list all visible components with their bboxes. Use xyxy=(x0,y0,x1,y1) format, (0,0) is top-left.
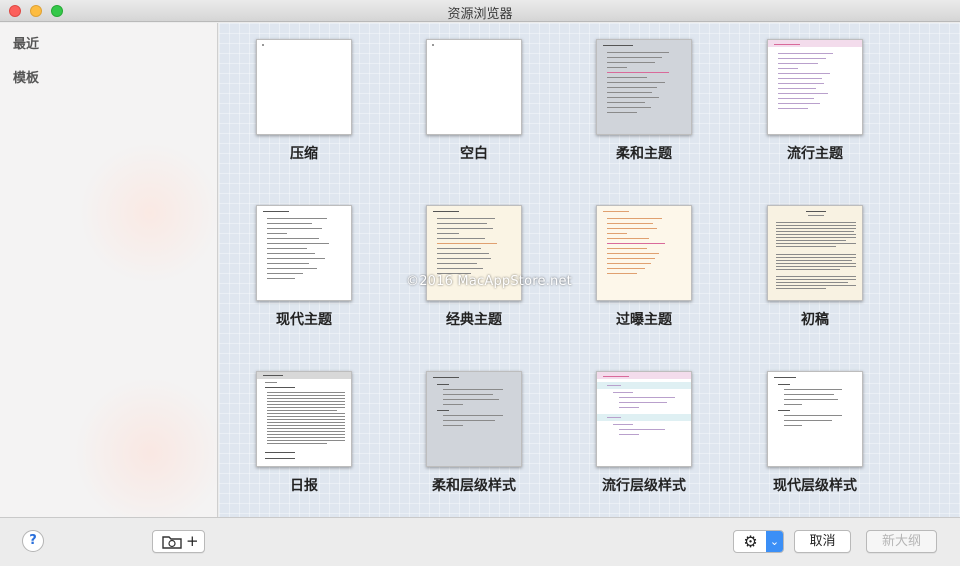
cancel-button[interactable]: 取消 xyxy=(794,530,851,553)
template-tile-overexposed-theme[interactable]: 过曝主题 xyxy=(559,205,729,355)
resource-browser-window: 资源浏览器 最近 模板 压缩 空白 柔和主题 流行主题 现代主题 经典主题 过曝… xyxy=(0,0,960,566)
template-thumbnail xyxy=(767,205,863,301)
template-tile-modern-hierarchy[interactable]: 现代层级样式 xyxy=(730,371,900,521)
sidebar-item-recent[interactable]: 最近 xyxy=(13,33,39,52)
template-thumbnail xyxy=(426,39,522,135)
template-tile-pop-hierarchy[interactable]: 流行层级样式 xyxy=(559,371,729,521)
template-gallery: 压缩 空白 柔和主题 流行主题 现代主题 经典主题 过曝主题 初稿 日报 柔和层… xyxy=(219,23,960,517)
action-menu-button[interactable]: ⚙ ⌄ xyxy=(733,530,784,553)
plus-icon: + xyxy=(186,532,199,550)
new-outline-button[interactable]: 新大纲 xyxy=(866,530,937,553)
bottom-toolbar: ? + ⚙ ⌄ 取消 新大纲 xyxy=(0,517,960,566)
template-label: 日报 xyxy=(290,478,318,494)
template-tile-blank[interactable]: 空白 xyxy=(389,39,559,189)
template-tile-pop-theme[interactable]: 流行主题 xyxy=(730,39,900,189)
folder-add-icon xyxy=(162,536,182,549)
template-label: 流行主题 xyxy=(787,146,843,162)
template-tile-draft[interactable]: 初稿 xyxy=(730,205,900,355)
help-button[interactable]: ? xyxy=(22,530,44,552)
template-label: 流行层级样式 xyxy=(602,478,686,494)
sidebar-item-templates[interactable]: 模板 xyxy=(13,67,39,86)
template-thumbnail xyxy=(767,371,863,467)
template-tile-modern-theme[interactable]: 现代主题 xyxy=(219,205,389,355)
template-thumbnail xyxy=(256,205,352,301)
template-tile-daily-report[interactable]: 日报 xyxy=(219,371,389,521)
template-thumbnail xyxy=(767,39,863,135)
template-label: 柔和层级样式 xyxy=(432,478,516,494)
template-thumbnail xyxy=(256,371,352,467)
template-label: 柔和主题 xyxy=(616,146,672,162)
template-thumbnail xyxy=(596,39,692,135)
template-thumbnail xyxy=(596,371,692,467)
add-template-folder-button[interactable]: + xyxy=(152,530,205,553)
template-tile-soft-hierarchy[interactable]: 柔和层级样式 xyxy=(389,371,559,521)
gear-icon: ⚙ xyxy=(743,532,758,551)
template-thumbnail xyxy=(596,205,692,301)
window-title: 资源浏览器 xyxy=(447,7,513,22)
template-thumbnail xyxy=(256,39,352,135)
template-label: 现代层级样式 xyxy=(773,478,857,494)
template-label: 压缩 xyxy=(290,146,318,162)
template-label: 过曝主题 xyxy=(616,312,672,328)
template-label: 空白 xyxy=(460,146,488,162)
template-tile-compact[interactable]: 压缩 xyxy=(219,39,389,189)
sidebar: 最近 模板 xyxy=(0,23,218,517)
template-label: 初稿 xyxy=(801,312,829,328)
template-thumbnail xyxy=(426,371,522,467)
title-bar: 资源浏览器 xyxy=(0,0,960,22)
template-label: 现代主题 xyxy=(276,312,332,328)
template-tile-soft-theme[interactable]: 柔和主题 xyxy=(559,39,729,189)
chevron-down-icon: ⌄ xyxy=(766,531,783,552)
watermark: ©2016 MacAppStore.net xyxy=(406,274,572,289)
template-label: 经典主题 xyxy=(446,312,502,328)
